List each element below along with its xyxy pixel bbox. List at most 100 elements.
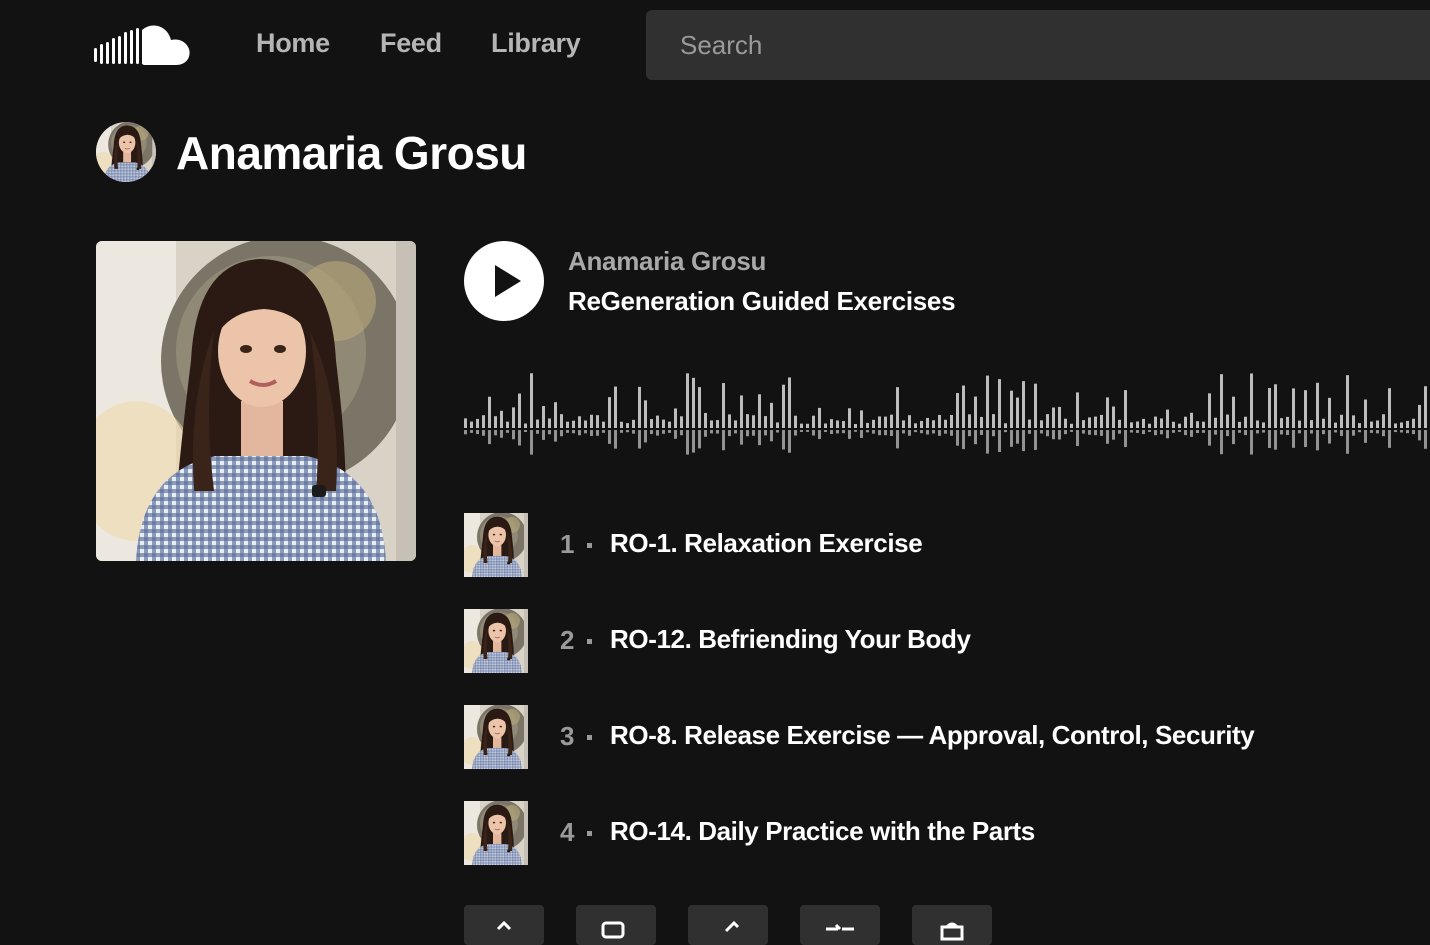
waveform-bar (830, 419, 833, 428)
waveform-bar (728, 414, 731, 428)
track-title[interactable]: RO-8. Release Exercise — Approval, Contr… (610, 720, 1255, 751)
waveform-bar-reflection (500, 430, 503, 438)
waveform-bar-reflection (794, 430, 797, 436)
waveform-bar-reflection (1160, 430, 1163, 435)
waveform-bar (926, 417, 929, 428)
waveform-bar (842, 421, 845, 428)
copy-link-icon (601, 921, 625, 939)
track-title[interactable]: RO-12. Befriending Your Body (610, 624, 971, 655)
waveform-bar-reflection (1388, 430, 1391, 448)
waveform-bar-reflection (536, 430, 539, 434)
waveform-bar (1160, 418, 1163, 428)
waveform-bar-reflection (1178, 430, 1181, 432)
waveform-bar-reflection (842, 430, 845, 434)
waveform-bar (1142, 418, 1145, 428)
track-row-3[interactable]: 3 RO-8. Release Exercise — Approval, Con… (464, 705, 1430, 769)
waveform-bar-reflection (758, 430, 761, 446)
waveform-bar (1316, 382, 1319, 428)
waveform-bar-reflection (1088, 430, 1091, 435)
waveform-bar (734, 420, 737, 428)
waveform-bar-reflection (1310, 430, 1313, 434)
waveform-bar (1088, 417, 1091, 428)
waveform-bar-reflection (1298, 430, 1301, 434)
waveform-bar-reflection (1328, 430, 1331, 444)
edit-button[interactable] (688, 905, 768, 945)
waveform-bar (626, 423, 629, 428)
waveform-bar (1028, 419, 1031, 428)
track-row-1[interactable]: 1 RO-1. Relaxation Exercise (464, 513, 1430, 577)
waveform-bar (1064, 418, 1067, 428)
waveform-bar-reflection (1058, 430, 1061, 440)
nav-home[interactable]: Home (256, 28, 330, 59)
playlist-cover-image[interactable] (96, 241, 416, 561)
nav-feed[interactable]: Feed (380, 28, 442, 59)
waveform-bar (938, 414, 941, 428)
avatar[interactable] (96, 122, 156, 182)
waveform-bar-reflection (830, 430, 833, 434)
waveform-bar-reflection (1028, 430, 1031, 434)
nav-library[interactable]: Library (491, 28, 581, 59)
play-button[interactable] (464, 241, 544, 321)
soundcloud-logo-icon[interactable] (94, 24, 194, 68)
waveform-bar (644, 400, 647, 428)
waveform-bar-reflection (686, 430, 689, 455)
waveform-bar (1394, 423, 1397, 428)
search-input[interactable] (646, 10, 1430, 80)
waveform-bar (902, 420, 905, 428)
track-title[interactable]: RO-1. Relaxation Exercise (610, 528, 923, 559)
waveform-bar-reflection (584, 430, 587, 434)
waveform-bar-reflection (1382, 430, 1385, 437)
waveform-bar (1322, 418, 1325, 428)
profile-name[interactable]: Anamaria Grosu (176, 126, 527, 180)
waveform-bar-reflection (560, 430, 563, 437)
waveform-bar-reflection (488, 430, 491, 445)
waveform-bar (794, 415, 797, 428)
waveform-bar (680, 416, 683, 428)
waveform-bar (698, 387, 701, 428)
waveform-bar (1286, 416, 1289, 428)
waveform-bar (1268, 387, 1271, 428)
waveform-bar-reflection (926, 430, 929, 435)
waveform-bar-reflection (956, 430, 959, 446)
waveform-bar (758, 394, 761, 428)
waveform-bar-reflection (464, 430, 467, 435)
copy-link-button[interactable] (576, 905, 656, 945)
waveform-bar-reflection (878, 430, 881, 436)
waveform-bar (752, 415, 755, 428)
waveform[interactable] (464, 370, 1430, 466)
waveform-bar (764, 416, 767, 428)
waveform-bar (818, 407, 821, 428)
waveform-bar (896, 387, 899, 428)
waveform-bar-reflection (902, 430, 905, 434)
waveform-bar (1046, 414, 1049, 428)
playlist-artist-link[interactable]: Anamaria Grosu (568, 246, 766, 277)
waveform-bar-reflection (1040, 430, 1043, 434)
waveform-bar-reflection (470, 430, 473, 433)
waveform-bar-reflection (716, 430, 719, 434)
waveform-bar-reflection (1112, 430, 1115, 440)
waveform-bar (542, 406, 545, 428)
playlist-title[interactable]: ReGeneration Guided Exercises (568, 286, 956, 317)
waveform-bar-reflection (788, 430, 791, 453)
waveform-bar-reflection (680, 430, 683, 436)
waveform-bar (770, 402, 773, 428)
separator-dot (587, 639, 592, 644)
waveform-bar-reflection (1316, 430, 1319, 451)
waveform-bar-reflection (1070, 430, 1073, 432)
add-to-queue-button[interactable] (800, 905, 880, 945)
waveform-bar (872, 419, 875, 428)
waveform-bar-reflection (848, 430, 851, 439)
waveform-bar (506, 421, 509, 428)
buy-button[interactable] (912, 905, 992, 945)
waveform-bar-reflection (1220, 430, 1223, 455)
waveform-bar (560, 414, 563, 428)
track-row-4[interactable]: 4 RO-14. Daily Practice with the Parts (464, 801, 1430, 865)
track-title[interactable]: RO-14. Daily Practice with the Parts (610, 816, 1035, 847)
track-row-2[interactable]: 2 RO-12. Befriending Your Body (464, 609, 1430, 673)
share-button[interactable] (464, 905, 544, 945)
waveform-bar (1274, 384, 1277, 428)
waveform-bar-reflection (1226, 430, 1229, 437)
waveform-bar-reflection (518, 430, 521, 446)
waveform-bar (812, 415, 815, 428)
waveform-bar (788, 377, 791, 428)
